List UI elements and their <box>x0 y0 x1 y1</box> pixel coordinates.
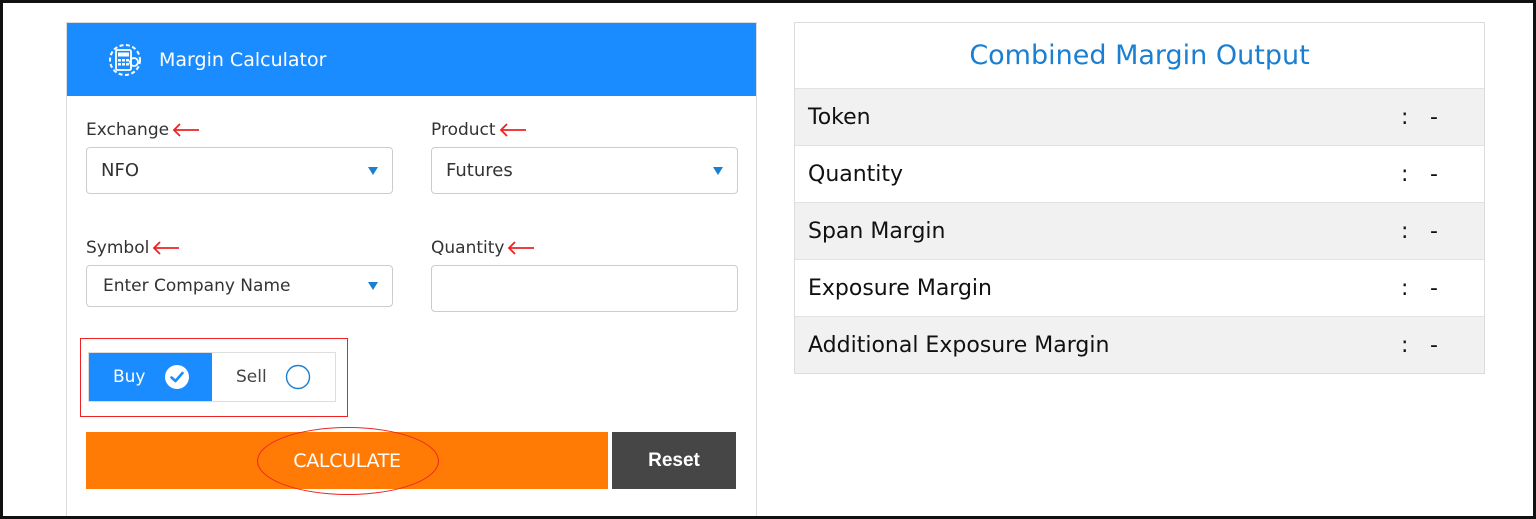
exchange-select[interactable]: NFO <box>86 147 393 194</box>
output-row-exposure-margin: Exposure Margin : - <box>795 259 1484 316</box>
dropdown-caret-icon <box>368 166 378 175</box>
product-label-text: Product <box>431 120 496 140</box>
symbol-select[interactable]: Enter Company Name <box>86 265 393 307</box>
output-row-value: - <box>1430 218 1438 244</box>
symbol-label: Symbol <box>86 238 181 258</box>
output-row-value: - <box>1430 332 1438 358</box>
output-row-label: Additional Exposure Margin <box>808 332 1110 358</box>
sell-label: Sell <box>236 367 267 387</box>
side-toggle-annotation: Buy Sell <box>80 338 348 417</box>
output-row-label: Span Margin <box>808 218 946 244</box>
output-row-separator: : <box>1401 104 1409 130</box>
output-row-additional-exposure-margin: Additional Exposure Margin : - <box>795 316 1484 373</box>
product-select[interactable]: Futures <box>431 147 738 194</box>
output-row-token: Token : - <box>795 88 1484 145</box>
check-circle-icon <box>164 365 189 389</box>
quantity-label: Quantity <box>431 238 536 258</box>
exchange-value: NFO <box>101 160 139 181</box>
reset-label: Reset <box>648 449 700 471</box>
buy-option[interactable]: Buy <box>89 353 212 401</box>
quantity-input[interactable] <box>431 265 738 312</box>
red-arrow-icon <box>172 123 200 137</box>
dropdown-caret-icon <box>368 282 378 290</box>
output-row-span-margin: Span Margin : - <box>795 202 1484 259</box>
product-label: Product <box>431 120 528 140</box>
output-row-value: - <box>1430 104 1438 130</box>
output-row-separator: : <box>1401 161 1409 187</box>
dropdown-caret-icon <box>713 166 723 175</box>
output-row-separator: : <box>1401 275 1409 301</box>
output-row-label: Exposure Margin <box>808 275 992 301</box>
output-row-separator: : <box>1401 218 1409 244</box>
output-row-value: - <box>1430 275 1438 301</box>
calculator-title: Margin Calculator <box>159 48 327 71</box>
margin-calculator-panel: Margin Calculator Exchange NFO Product F… <box>66 22 757 516</box>
output-row-separator: : <box>1401 332 1409 358</box>
output-row-label: Token <box>808 104 871 130</box>
output-row-value: - <box>1430 161 1438 187</box>
symbol-placeholder: Enter Company Name <box>103 276 291 296</box>
output-title: Combined Margin Output <box>969 40 1310 71</box>
output-row-quantity: Quantity : - <box>795 145 1484 202</box>
symbol-label-text: Symbol <box>86 238 150 258</box>
quantity-label-text: Quantity <box>431 238 505 258</box>
exchange-label: Exchange <box>86 120 201 140</box>
product-value: Futures <box>446 160 513 181</box>
exchange-label-text: Exchange <box>86 120 170 140</box>
calculator-header: Margin Calculator <box>67 23 756 96</box>
buy-label: Buy <box>113 367 146 387</box>
red-arrow-icon <box>499 123 526 137</box>
sell-option[interactable]: Sell <box>212 353 335 401</box>
red-arrow-icon <box>153 241 180 255</box>
red-arrow-icon <box>508 241 535 255</box>
output-row-label: Quantity <box>808 161 904 187</box>
radio-empty-icon <box>285 364 310 390</box>
buy-sell-toggle: Buy Sell <box>88 352 336 402</box>
reset-button[interactable]: Reset <box>612 432 736 489</box>
calculate-annotation-oval <box>257 427 439 495</box>
calculator-gear-icon <box>109 43 141 76</box>
combined-margin-output-panel: Combined Margin Output Token : - Quantit… <box>794 22 1485 374</box>
